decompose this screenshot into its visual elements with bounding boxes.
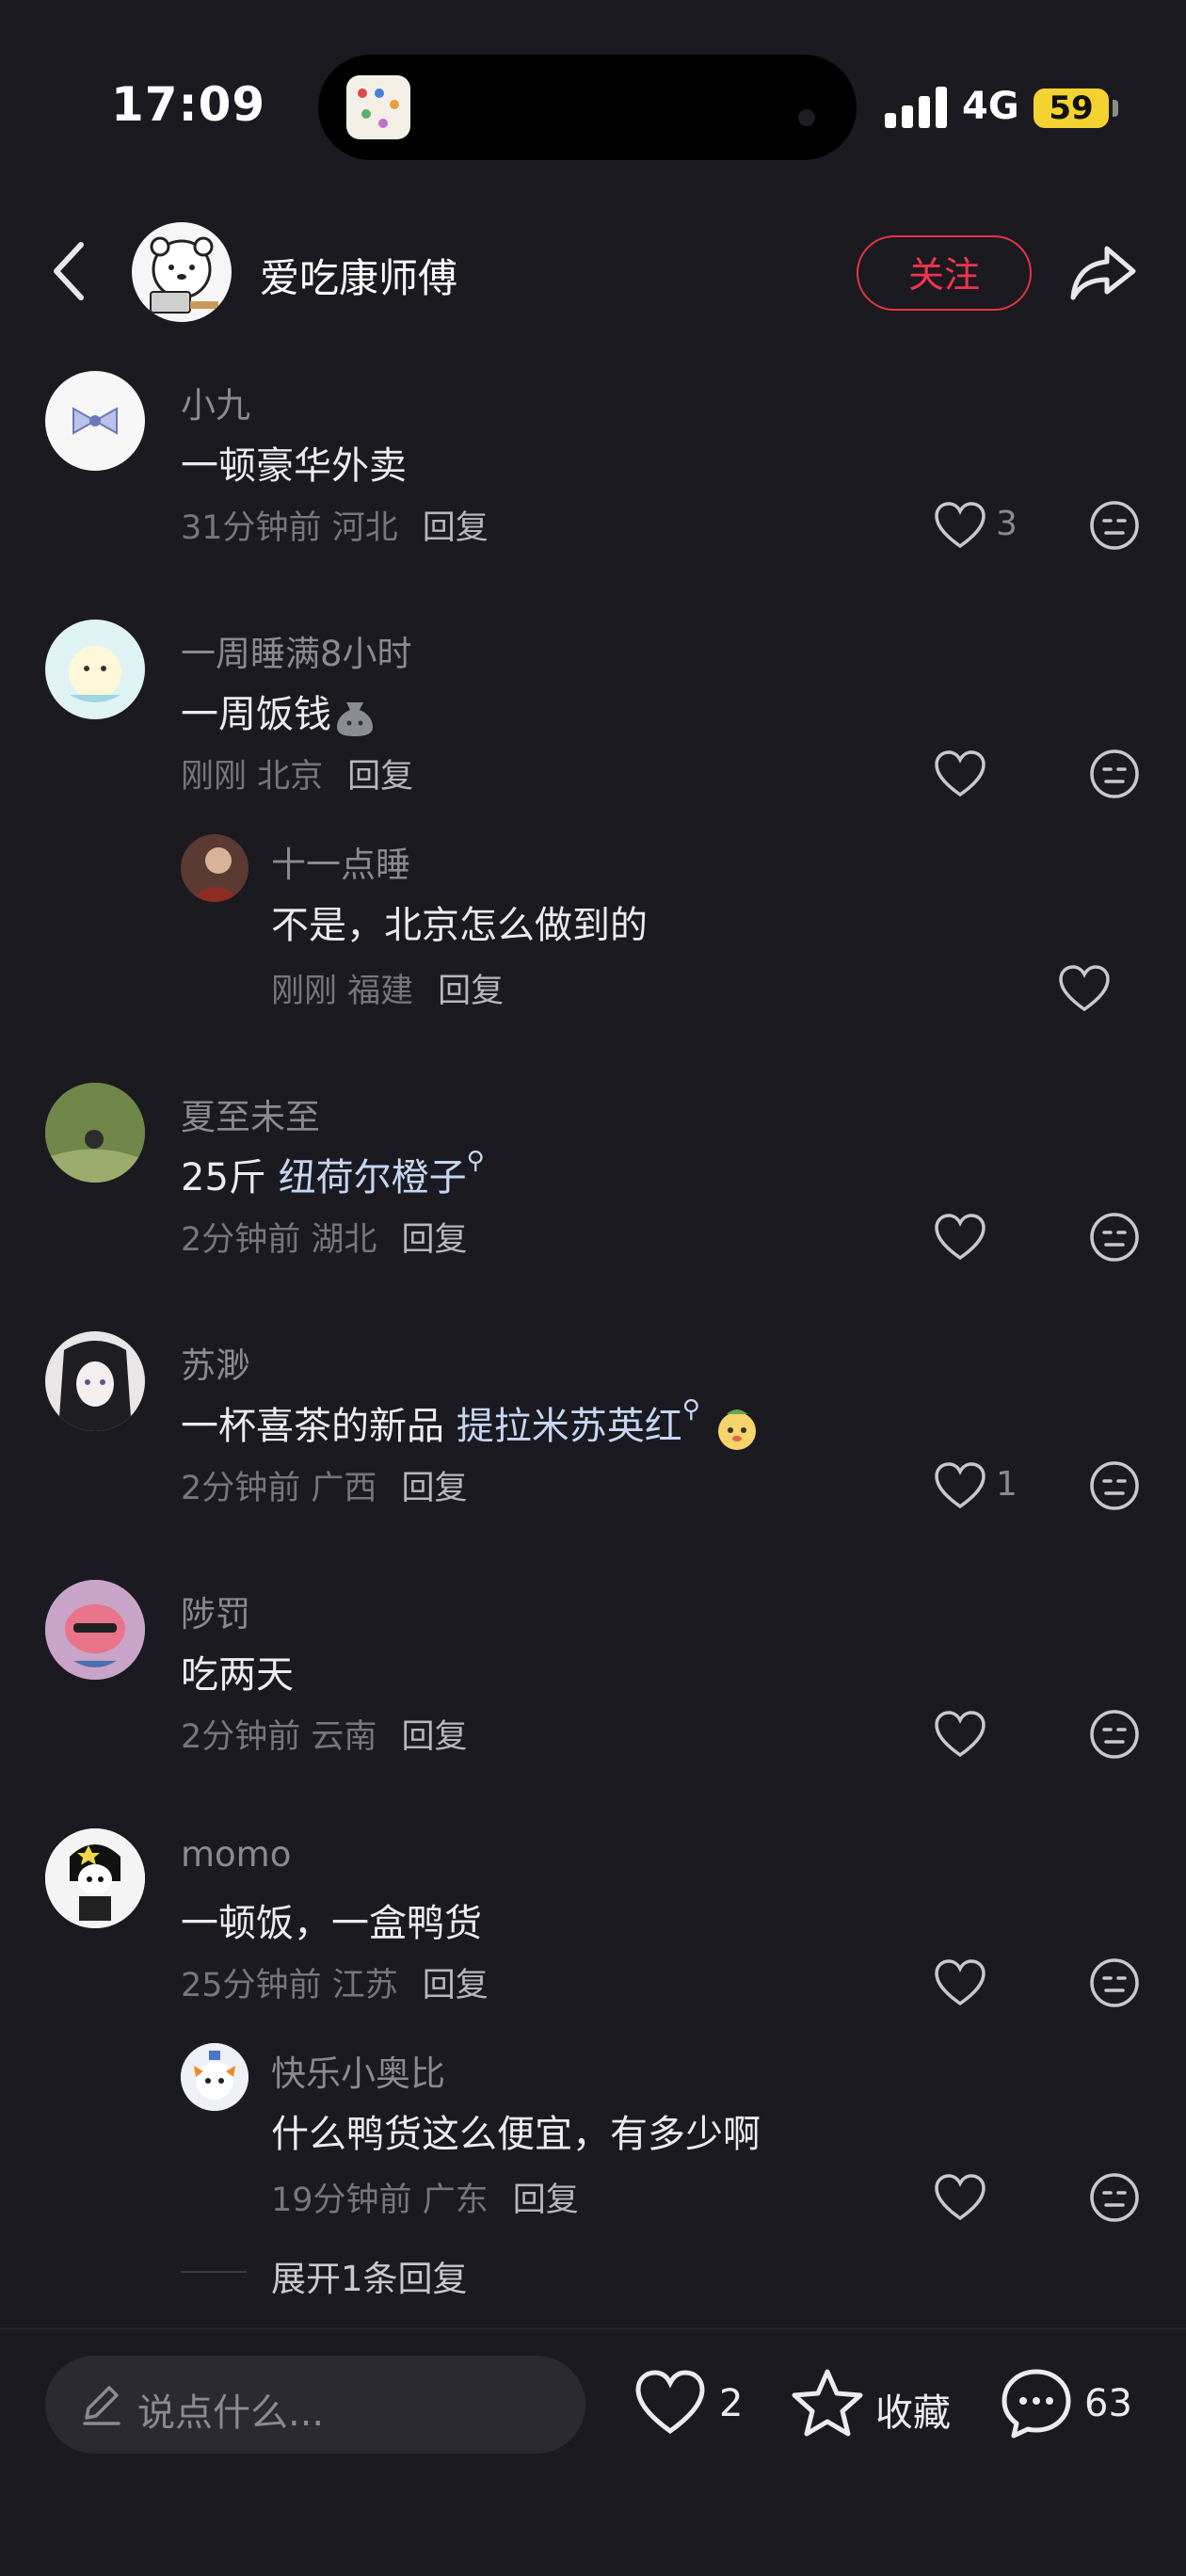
reaction-emoji-icon[interactable] bbox=[1088, 1211, 1141, 1264]
commenter-avatar[interactable] bbox=[45, 1083, 145, 1183]
reaction-emoji-icon[interactable] bbox=[1088, 499, 1141, 552]
reply-meta: 19分钟前 广东 回复 bbox=[271, 2182, 579, 2219]
comment-meta: 25分钟前 江苏 回复 bbox=[181, 1967, 489, 2004]
comment-meta: 2分钟前 云南 回复 bbox=[181, 1718, 468, 1756]
live-activity-app-icon[interactable] bbox=[346, 75, 410, 139]
star-icon[interactable] bbox=[791, 2367, 864, 2439]
like-heart-icon[interactable] bbox=[934, 1958, 986, 2007]
like-heart-icon[interactable] bbox=[934, 1213, 986, 1262]
comment-text: 25斤 纽荷尔橙子⚲ bbox=[181, 1147, 485, 1199]
share-icon[interactable] bbox=[1067, 235, 1139, 307]
search-icon: ⚲ bbox=[681, 1395, 700, 1424]
reaction-emoji-icon[interactable] bbox=[1088, 1708, 1141, 1761]
back-chevron-icon[interactable] bbox=[41, 233, 98, 309]
reply-author-name[interactable]: 快乐小奥比 bbox=[271, 2045, 445, 2096]
reply-button[interactable]: 回复 bbox=[423, 1967, 489, 2004]
comment-input-placeholder[interactable]: 说点什么... bbox=[137, 2382, 324, 2437]
reply-button[interactable]: 回复 bbox=[513, 2182, 579, 2219]
camera-indicator bbox=[798, 109, 815, 126]
comment-text: 一杯喜茶的新品 提拉米苏英红⚲ bbox=[181, 1395, 761, 1452]
search-icon: ⚲ bbox=[466, 1147, 485, 1175]
expand-divider bbox=[181, 2271, 247, 2273]
author-name[interactable]: 爱吃康师傅 bbox=[260, 247, 457, 304]
like-count: 3 bbox=[996, 505, 1018, 543]
battery-tip-icon bbox=[1113, 100, 1118, 117]
comment-text: 吃两天 bbox=[181, 1653, 294, 1697]
commenter-name[interactable]: 苏渺 bbox=[181, 1337, 250, 1388]
like-heart-icon[interactable] bbox=[934, 501, 986, 550]
commenter-avatar[interactable] bbox=[45, 620, 145, 719]
commenter-name[interactable]: 小九 bbox=[181, 377, 250, 427]
favorite-label[interactable]: 收藏 bbox=[875, 2382, 951, 2437]
post-like-count: 2 bbox=[719, 2382, 744, 2425]
reply-avatar[interactable] bbox=[181, 2043, 248, 2111]
comment-meta: 刚刚 北京 回复 bbox=[181, 758, 414, 796]
commenter-name[interactable]: 夏至未至 bbox=[181, 1088, 320, 1139]
reply-button[interactable]: 回复 bbox=[423, 509, 489, 547]
reply-button[interactable]: 回复 bbox=[401, 1470, 467, 1507]
author-avatar[interactable] bbox=[132, 222, 232, 322]
comment-count: 63 bbox=[1084, 2382, 1132, 2425]
commenter-avatar[interactable] bbox=[45, 1580, 145, 1680]
pen-icon bbox=[81, 2382, 122, 2427]
battery-level: 59 bbox=[1034, 89, 1109, 128]
commenter-avatar[interactable] bbox=[45, 371, 145, 471]
comment-text: 一顿饭，一盒鸭货 bbox=[181, 1902, 482, 1945]
commenter-avatar[interactable] bbox=[45, 1828, 145, 1928]
search-link[interactable]: 纽荷尔橙子 bbox=[279, 1156, 467, 1199]
like-heart-icon[interactable] bbox=[1058, 964, 1111, 1013]
comment-bubble-icon[interactable] bbox=[1000, 2367, 1073, 2440]
reply-meta: 刚刚 福建 回复 bbox=[271, 973, 505, 1010]
reaction-emoji-icon[interactable] bbox=[1088, 1956, 1141, 2009]
like-heart-icon[interactable] bbox=[934, 1710, 986, 1759]
expand-replies-button[interactable]: 展开1条回复 bbox=[271, 2250, 468, 2301]
comment-text: 一周饭钱 bbox=[181, 684, 377, 738]
like-heart-icon[interactable] bbox=[634, 2369, 706, 2437]
reaction-emoji-icon[interactable] bbox=[1088, 2171, 1141, 2224]
comment-meta: 2分钟前 湖北 回复 bbox=[181, 1221, 468, 1259]
commenter-name[interactable]: momo bbox=[181, 1834, 291, 1875]
like-heart-icon[interactable] bbox=[934, 2173, 986, 2222]
commenter-name[interactable]: 陟罚 bbox=[181, 1586, 250, 1636]
comment-meta: 2分钟前 广西 回复 bbox=[181, 1470, 468, 1507]
reply-button[interactable]: 回复 bbox=[347, 758, 413, 796]
reaction-emoji-icon[interactable] bbox=[1088, 748, 1141, 800]
reaction-emoji-icon[interactable] bbox=[1088, 1459, 1141, 1512]
network-type: 4G bbox=[962, 85, 1019, 128]
reply-text: 不是，北京怎么做到的 bbox=[271, 904, 648, 947]
cellular-signal-icon bbox=[885, 87, 949, 128]
comment-meta: 31分钟前 河北 回复 bbox=[181, 509, 489, 547]
comment-text: 一顿豪华外卖 bbox=[181, 444, 407, 488]
reply-button[interactable]: 回复 bbox=[401, 1221, 467, 1259]
bottom-divider bbox=[0, 2327, 1186, 2329]
search-link[interactable]: 提拉米苏英红 bbox=[457, 1405, 682, 1448]
like-heart-icon[interactable] bbox=[934, 749, 986, 798]
commenter-name[interactable]: 一周睡满8小时 bbox=[181, 625, 412, 676]
reply-text: 什么鸭货这么便宜，有多少啊 bbox=[271, 2113, 761, 2156]
status-time: 17:09 bbox=[111, 77, 266, 132]
reply-button[interactable]: 回复 bbox=[438, 973, 504, 1010]
money-bag-emoji-icon bbox=[333, 695, 377, 738]
like-heart-icon[interactable] bbox=[934, 1461, 986, 1510]
reply-author-name[interactable]: 十一点睡 bbox=[271, 836, 410, 887]
reply-avatar[interactable] bbox=[181, 834, 248, 902]
follow-button[interactable]: 关注 bbox=[857, 235, 1032, 311]
reply-button[interactable]: 回复 bbox=[401, 1718, 467, 1756]
like-count: 1 bbox=[996, 1465, 1018, 1504]
commenter-avatar[interactable] bbox=[45, 1331, 145, 1431]
cartoon-emoji-icon bbox=[713, 1405, 761, 1452]
